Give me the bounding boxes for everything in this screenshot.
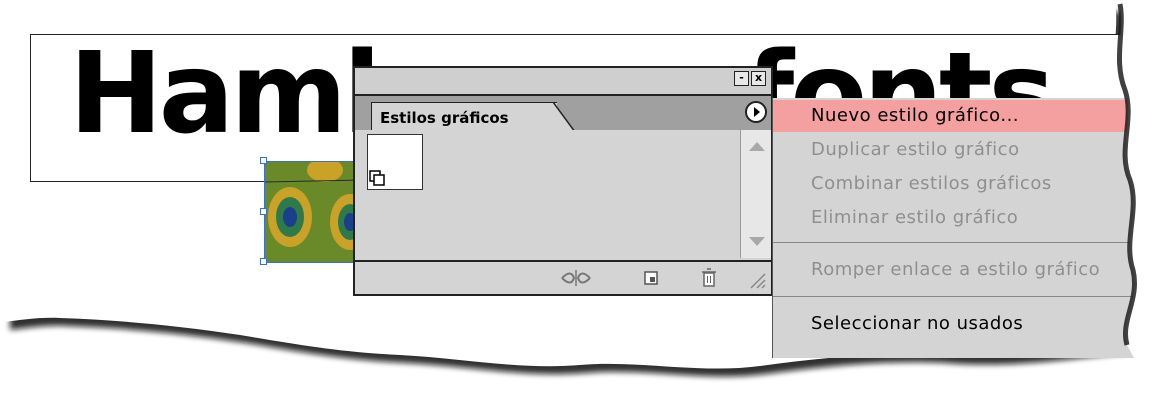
scroll-down-icon[interactable] <box>749 237 765 246</box>
styles-list-area[interactable] <box>355 130 771 260</box>
tab-graphic-styles[interactable]: Estilos gráficos <box>371 102 557 132</box>
scroll-up-icon[interactable] <box>749 142 765 151</box>
panel-titlebar[interactable]: - x <box>355 68 771 94</box>
tab-slant <box>553 102 575 132</box>
trash-icon[interactable] <box>701 268 717 288</box>
vertical-scrollbar[interactable] <box>740 130 771 258</box>
selection-handle[interactable] <box>260 258 267 265</box>
peacock-feather-image <box>265 162 363 262</box>
selected-image[interactable] <box>264 161 364 263</box>
minimize-button[interactable]: - <box>734 71 749 86</box>
tab-strip: Estilos gráficos <box>355 94 771 132</box>
default-style-swatch[interactable] <box>367 134 423 190</box>
play-arrow-icon <box>754 107 760 117</box>
selection-handle[interactable] <box>260 157 267 164</box>
tab-label: Estilos gráficos <box>380 109 509 127</box>
break-link-icon[interactable] <box>560 268 592 288</box>
resize-grip-icon[interactable] <box>747 268 767 290</box>
selection-handle[interactable] <box>260 208 267 215</box>
default-style-icon <box>369 170 385 186</box>
panel-menu-button[interactable] <box>745 101 767 123</box>
close-button[interactable]: x <box>751 71 766 86</box>
panel-footer <box>355 260 771 294</box>
new-style-icon[interactable] <box>643 270 659 286</box>
graphic-styles-panel: - x Estilos gráficos <box>353 66 773 296</box>
torn-edge-overlay <box>1116 0 1159 403</box>
